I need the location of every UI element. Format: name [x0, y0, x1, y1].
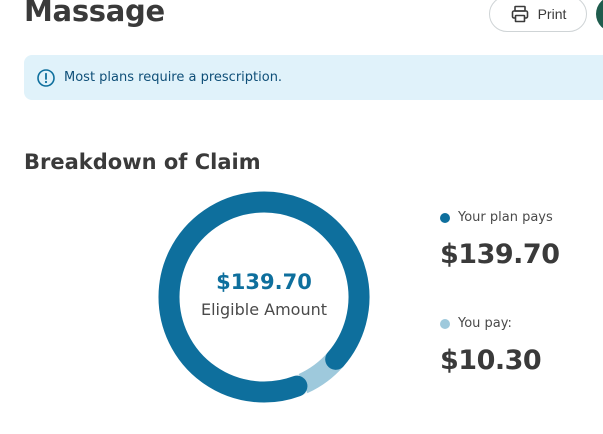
section-title: Breakdown of Claim: [24, 150, 261, 174]
claim-donut-chart: $139.70 Eligible Amount: [157, 190, 371, 404]
legend-plan-pays: Your plan pays $139.70: [440, 210, 560, 270]
eligible-amount-value: $139.70: [216, 269, 312, 294]
info-icon: [36, 68, 56, 88]
page-title: Massage: [24, 0, 165, 28]
legend-you-pay: You pay: $10.30: [440, 316, 542, 376]
account-avatar[interactable]: [596, 0, 603, 32]
legend-label-you-pay: You pay:: [458, 316, 512, 331]
alert-text: Most plans require a prescription.: [64, 70, 283, 85]
print-button-label: Print: [537, 6, 567, 22]
donut-center: $139.70 Eligible Amount: [157, 190, 371, 404]
you-pay-value: $10.30: [440, 345, 542, 376]
plan-pays-value: $139.70: [440, 239, 560, 270]
eligible-amount-label: Eligible Amount: [200, 299, 327, 319]
legend-dot-plan-pays: [440, 212, 450, 223]
legend-dot-you-pay: [440, 318, 450, 329]
prescription-alert: Most plans require a prescription.: [24, 55, 603, 100]
print-button[interactable]: Print: [489, 0, 587, 32]
claim-page: Massage Print Most plans require a presc…: [0, 0, 603, 434]
legend-label-plan-pays: Your plan pays: [458, 210, 553, 225]
printer-icon: [510, 4, 530, 24]
